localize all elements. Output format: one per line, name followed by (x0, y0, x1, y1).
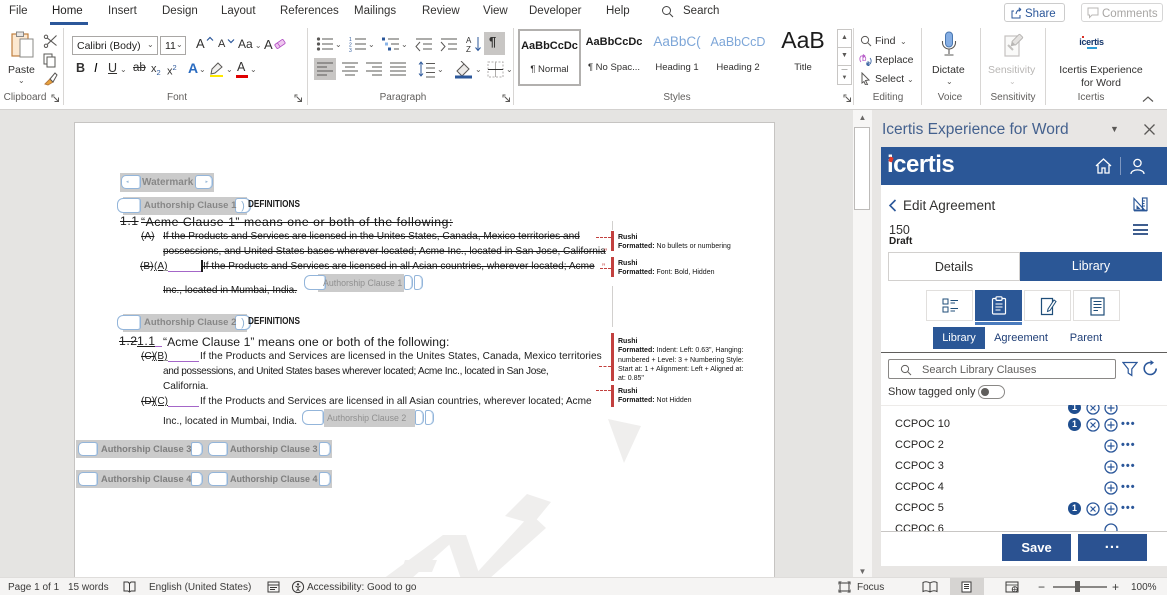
svg-text:3: 3 (349, 48, 352, 52)
svg-text:A: A (466, 36, 472, 45)
svg-text:Z: Z (466, 45, 471, 53)
